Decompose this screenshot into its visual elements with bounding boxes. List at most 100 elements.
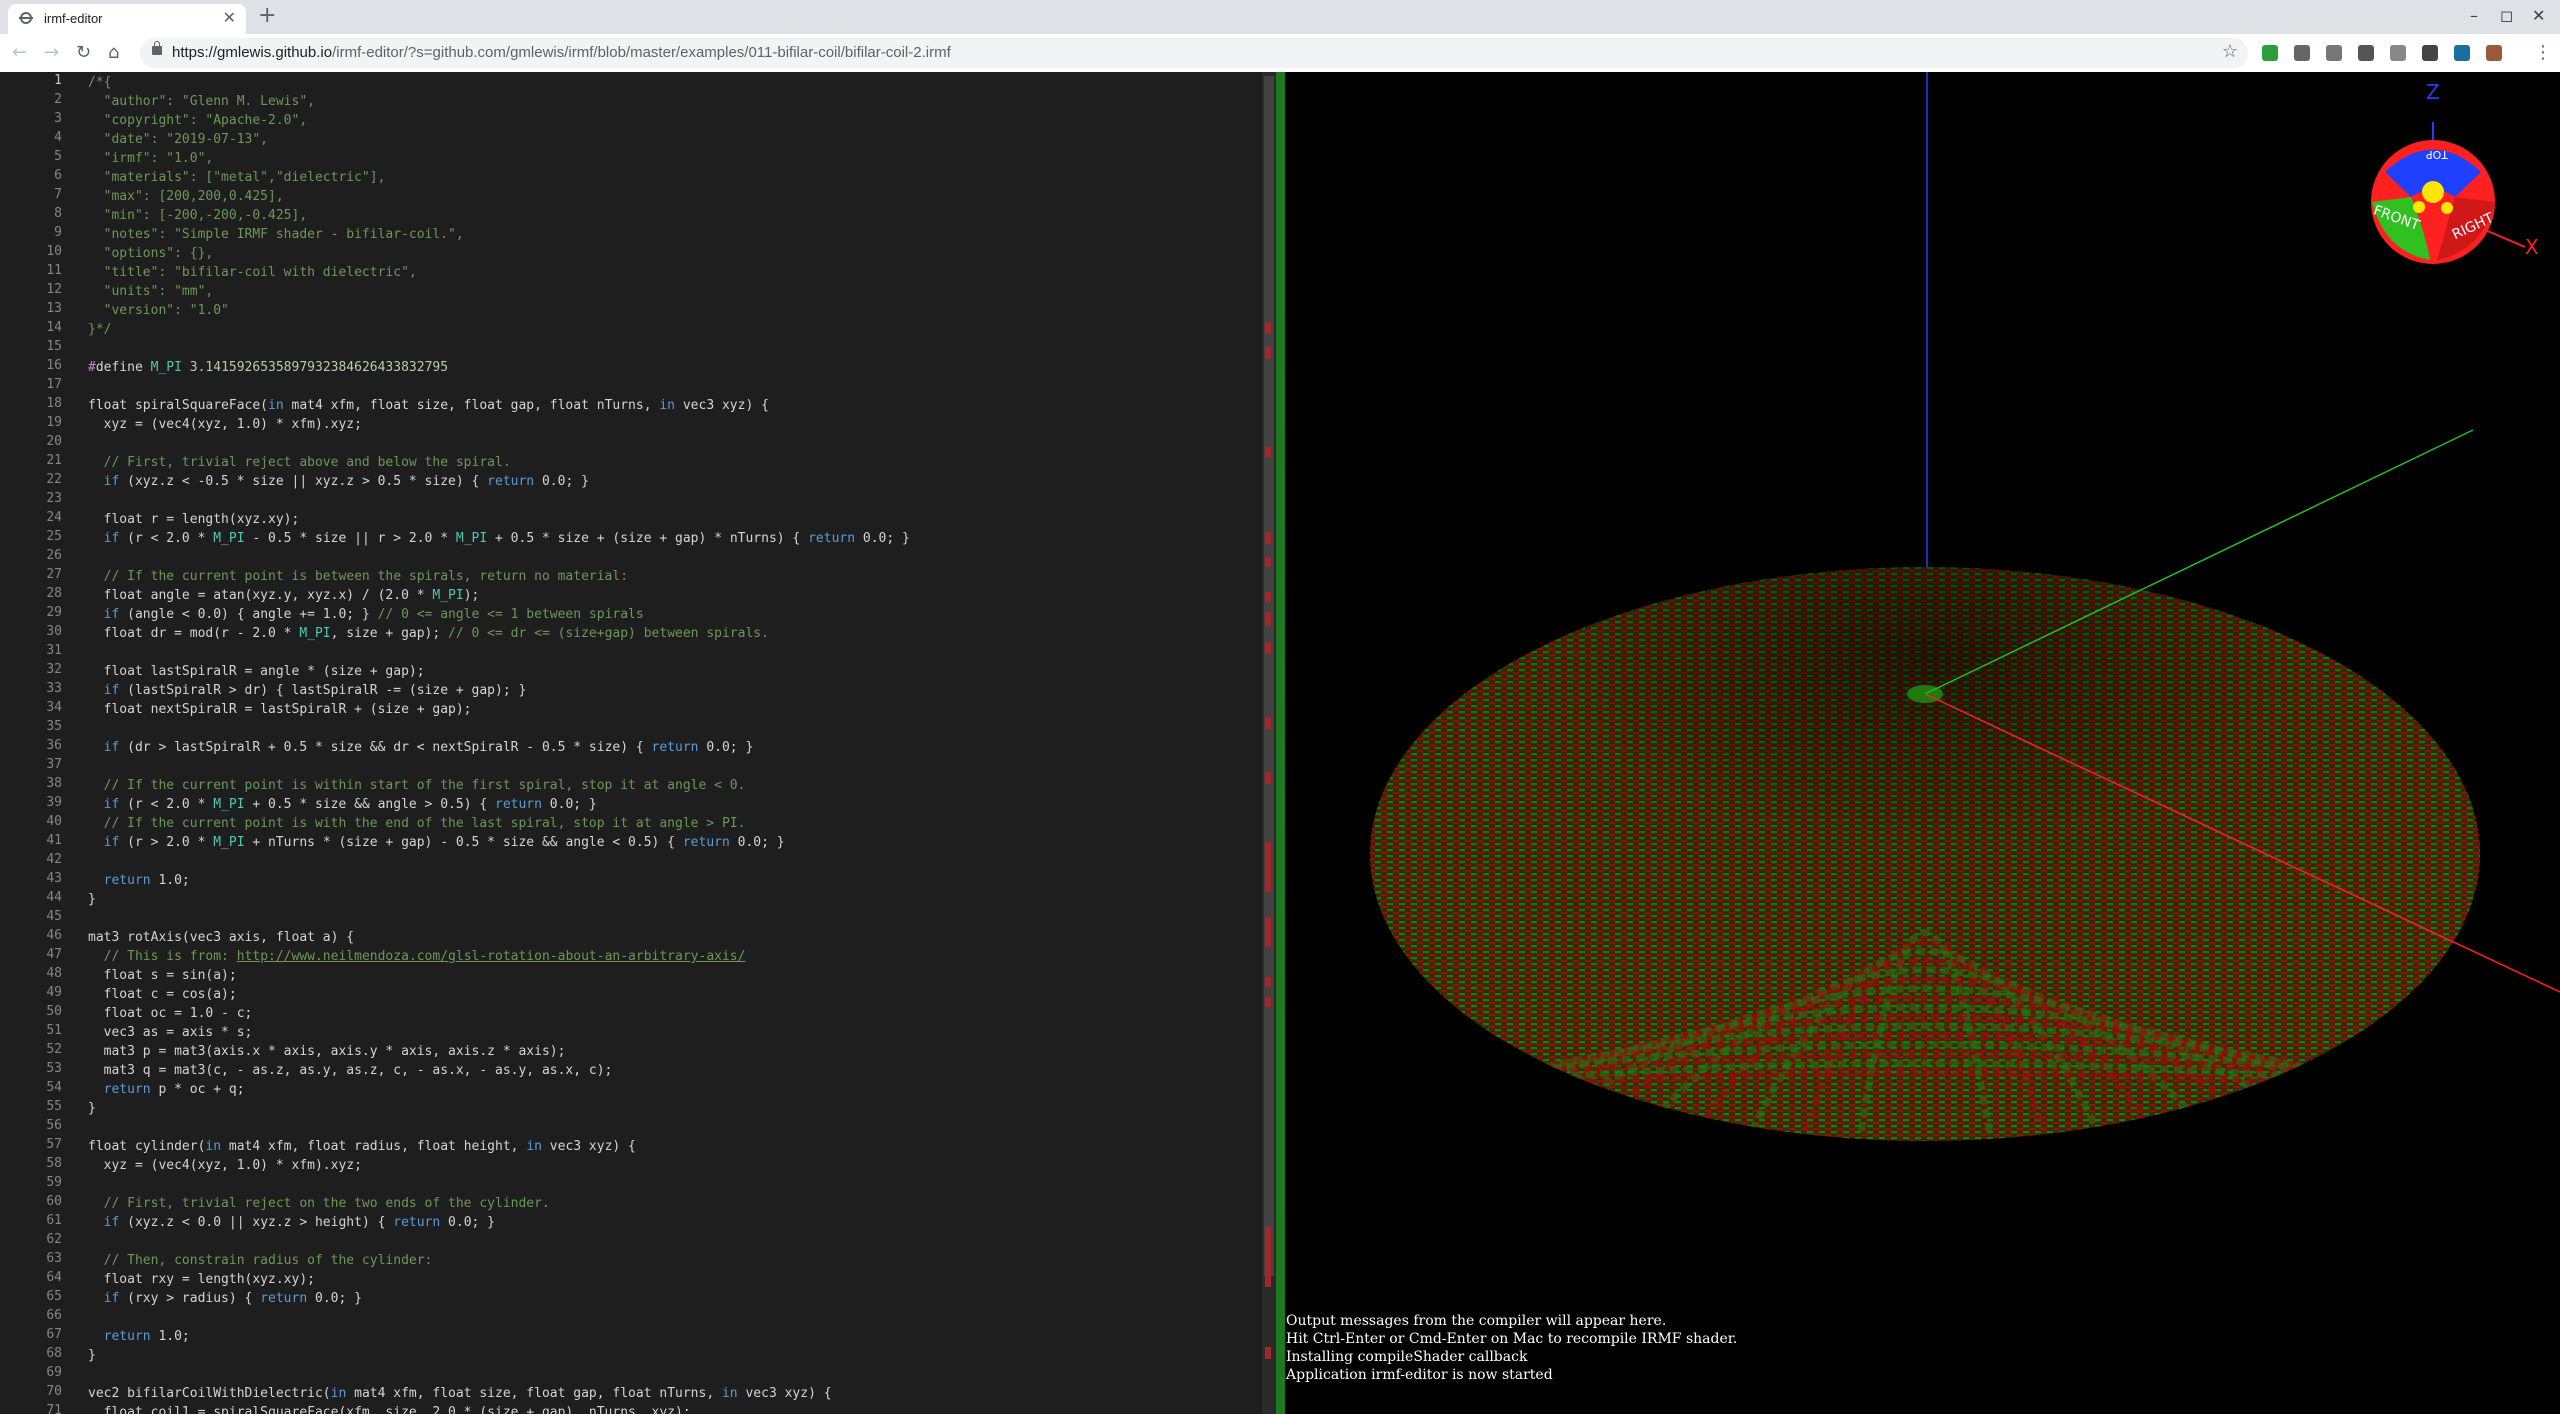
code-token: ); (463, 588, 480, 603)
code-line[interactable]: vec2 bifilarCoilWithDielectric(in mat4 x… (88, 1384, 832, 1403)
pen-extension-icon[interactable] (2422, 45, 2438, 61)
render-scene[interactable]: Z X FRONT RIGHT TOP (1285, 72, 2560, 1414)
code-line[interactable]: float r = length(xyz.xy); (88, 510, 300, 529)
code-line[interactable]: "notes": "Simple IRMF shader - bifilar-c… (88, 225, 464, 244)
code-line[interactable]: if (rxy > radius) { return 0.0; } (88, 1289, 362, 1308)
overview-error-marker (1265, 612, 1271, 626)
code-line[interactable]: // This is from: http://www.neilmendoza.… (88, 947, 746, 966)
code-line[interactable]: "title": "bifilar-coil with dielectric", (88, 263, 417, 282)
reload-button[interactable]: ↻ (76, 42, 91, 63)
code-line[interactable]: vec3 as = axis * s; (88, 1023, 253, 1042)
code-editor[interactable]: 1 2 3 4 5 6 7 8 9 10 11 12 13 14 15 16 17 18 19 20 21 22 23 24 2… (0, 72, 1262, 1414)
address-bar[interactable]: https://gmlewis.github.io/irmf-editor/?s… (140, 38, 2248, 68)
code-line[interactable]: if (r < 2.0 * M_PI + 0.5 * size && angle… (88, 795, 597, 814)
code-line[interactable]: return p * oc + q; (88, 1080, 245, 1099)
code-token: if (103, 1215, 120, 1230)
code-line[interactable]: #define M_PI 3.1415926535897932384626433… (88, 358, 448, 377)
arrow-extension-icon[interactable] (2262, 45, 2278, 61)
editor-scrollbar-thumb[interactable] (1264, 76, 1274, 1276)
line-number: 5 (54, 149, 62, 164)
f-extension-icon[interactable] (2326, 45, 2342, 61)
code-line[interactable]: // First, trivial reject on the two ends… (88, 1194, 550, 1213)
code-area[interactable]: /*{ "author": "Glenn M. Lewis", "copyrig… (88, 72, 1248, 1414)
code-line[interactable]: float s = sin(a); (88, 966, 237, 985)
code-line[interactable]: "min": [-200,-200,-0.425], (88, 206, 308, 225)
code-line[interactable]: mat3 p = mat3(axis.x * axis, axis.y * ax… (88, 1042, 566, 1061)
code-token: (xyz.z < -0.5 * size || xyz.z > 0.5 * si… (119, 474, 488, 489)
code-line[interactable]: // If the current point is with the end … (88, 814, 746, 833)
code-line[interactable]: "units": "mm", (88, 282, 214, 301)
code-link[interactable]: http://www.neilmendoza.com/glsl-rotation… (237, 949, 746, 964)
new-tab-button[interactable]: + (258, 3, 276, 28)
code-line[interactable]: float spiralSquareFace(in mat4 xfm, floa… (88, 396, 769, 415)
render-viewport[interactable]: Z X FRONT RIGHT TOP (1285, 72, 2560, 1414)
code-line[interactable]: // Then, constrain radius of the cylinde… (88, 1251, 433, 1270)
overview-error-marker (1265, 917, 1271, 947)
code-line[interactable]: "author": "Glenn M. Lewis", (88, 92, 315, 111)
code-line[interactable]: // First, trivial reject above and below… (88, 453, 511, 472)
tab-irmf-editor[interactable]: irmf-editor ✕ (8, 4, 246, 34)
lock-icon[interactable] (152, 41, 162, 55)
code-line[interactable]: } (88, 890, 96, 909)
line-number: 1 (54, 73, 62, 88)
code-line[interactable]: "irmf": "1.0", (88, 149, 214, 168)
code-line[interactable]: if (dr > lastSpiralR + 0.5 * size && dr … (88, 738, 754, 757)
code-line[interactable]: "version": "1.0" (88, 301, 229, 320)
code-line[interactable]: float oc = 1.0 - c; (88, 1004, 253, 1023)
code-line[interactable]: if (r < 2.0 * M_PI - 0.5 * size || r > 2… (88, 529, 910, 548)
code-line[interactable]: float lastSpiralR = angle * (size + gap)… (88, 662, 425, 681)
close-window-button[interactable]: ✕ (2532, 6, 2545, 25)
code-line[interactable]: "date": "2019-07-13", (88, 130, 268, 149)
code-line[interactable]: "max": [200,200,0.425], (88, 187, 284, 206)
code-line[interactable]: /*{ (88, 73, 111, 92)
code-line[interactable]: return 1.0; (88, 871, 190, 890)
pane-splitter[interactable] (1276, 72, 1285, 1414)
mail-extension-icon[interactable] (2358, 45, 2374, 61)
code-line[interactable]: // If the current point is between the s… (88, 567, 628, 586)
code-line[interactable]: if (xyz.z < 0.0 || xyz.z > height) { ret… (88, 1213, 495, 1232)
code-line[interactable]: return 1.0; (88, 1327, 190, 1346)
code-line[interactable]: if (angle < 0.0) { angle += 1.0; } // 0 … (88, 605, 644, 624)
film-extension-icon[interactable] (2294, 45, 2310, 61)
home-button[interactable]: ⌂ (108, 42, 119, 63)
orientation-cube[interactable]: FRONT RIGHT TOP (2371, 140, 2497, 264)
code-line[interactable]: if (lastSpiralR > dr) { lastSpiralR -= (… (88, 681, 527, 700)
code-line[interactable]: float cylinder(in mat4 xfm, float radius… (88, 1137, 636, 1156)
code-line[interactable]: xyz = (vec4(xyz, 1.0) * xfm).xyz; (88, 415, 362, 434)
back-button[interactable]: ← (12, 42, 27, 63)
code-line[interactable]: }*/ (88, 320, 111, 339)
code-line[interactable]: "copyright": "Apache-2.0", (88, 111, 308, 130)
minimize-window-button[interactable]: – (2470, 6, 2478, 25)
code-line[interactable]: float rxy = length(xyz.xy); (88, 1270, 315, 1289)
code-line[interactable]: float nextSpiralR = lastSpiralR + (size … (88, 700, 472, 719)
code-line[interactable]: if (xyz.z < -0.5 * size || xyz.z > 0.5 *… (88, 472, 589, 491)
maximize-window-button[interactable]: ◻ (2500, 6, 2513, 25)
code-line[interactable]: } (88, 1346, 96, 1365)
profile-avatar-icon[interactable] (2486, 45, 2502, 61)
browser-menu-icon[interactable]: ⋮ (2534, 42, 2552, 63)
code-line[interactable]: float angle = atan(xyz.y, xyz.x) / (2.0 … (88, 586, 480, 605)
code-line[interactable]: float coil1 = spiralSquareFace(xfm, size… (88, 1403, 691, 1414)
line-number: 51 (46, 1023, 62, 1038)
editor-scrollbar[interactable] (1262, 72, 1276, 1414)
url-text[interactable]: https://gmlewis.github.io/irmf-editor/?s… (172, 44, 951, 61)
code-line[interactable]: float dr = mod(r - 2.0 * M_PI, size + ga… (88, 624, 769, 643)
line-number: 29 (46, 605, 62, 620)
code-line[interactable]: "materials": ["metal","dielectric"], (88, 168, 386, 187)
code-line[interactable]: float c = cos(a); (88, 985, 237, 1004)
code-line[interactable]: } (88, 1099, 96, 1118)
forward-button[interactable]: → (44, 42, 59, 63)
book-extension-icon[interactable] (2454, 45, 2470, 61)
code-line[interactable]: "options": {}, (88, 244, 214, 263)
bottle-extension-icon[interactable] (2390, 45, 2406, 61)
code-line[interactable]: if (r > 2.0 * M_PI + nTurns * (size + ga… (88, 833, 785, 852)
bookmark-star-icon[interactable]: ☆ (2222, 41, 2238, 62)
code-line[interactable]: // If the current point is within start … (88, 776, 746, 795)
code-line[interactable]: mat3 rotAxis(vec3 axis, float a) { (88, 928, 354, 947)
code-line[interactable]: xyz = (vec4(xyz, 1.0) * xfm).xyz; (88, 1156, 362, 1175)
code-token: if (103, 531, 120, 546)
code-line[interactable]: mat3 q = mat3(c, - as.z, as.y, as.z, c, … (88, 1061, 613, 1080)
close-tab-icon[interactable]: ✕ (223, 8, 236, 27)
orientation-gizmo[interactable]: Z X FRONT RIGHT TOP (2371, 80, 2539, 264)
line-number: 27 (46, 567, 62, 582)
